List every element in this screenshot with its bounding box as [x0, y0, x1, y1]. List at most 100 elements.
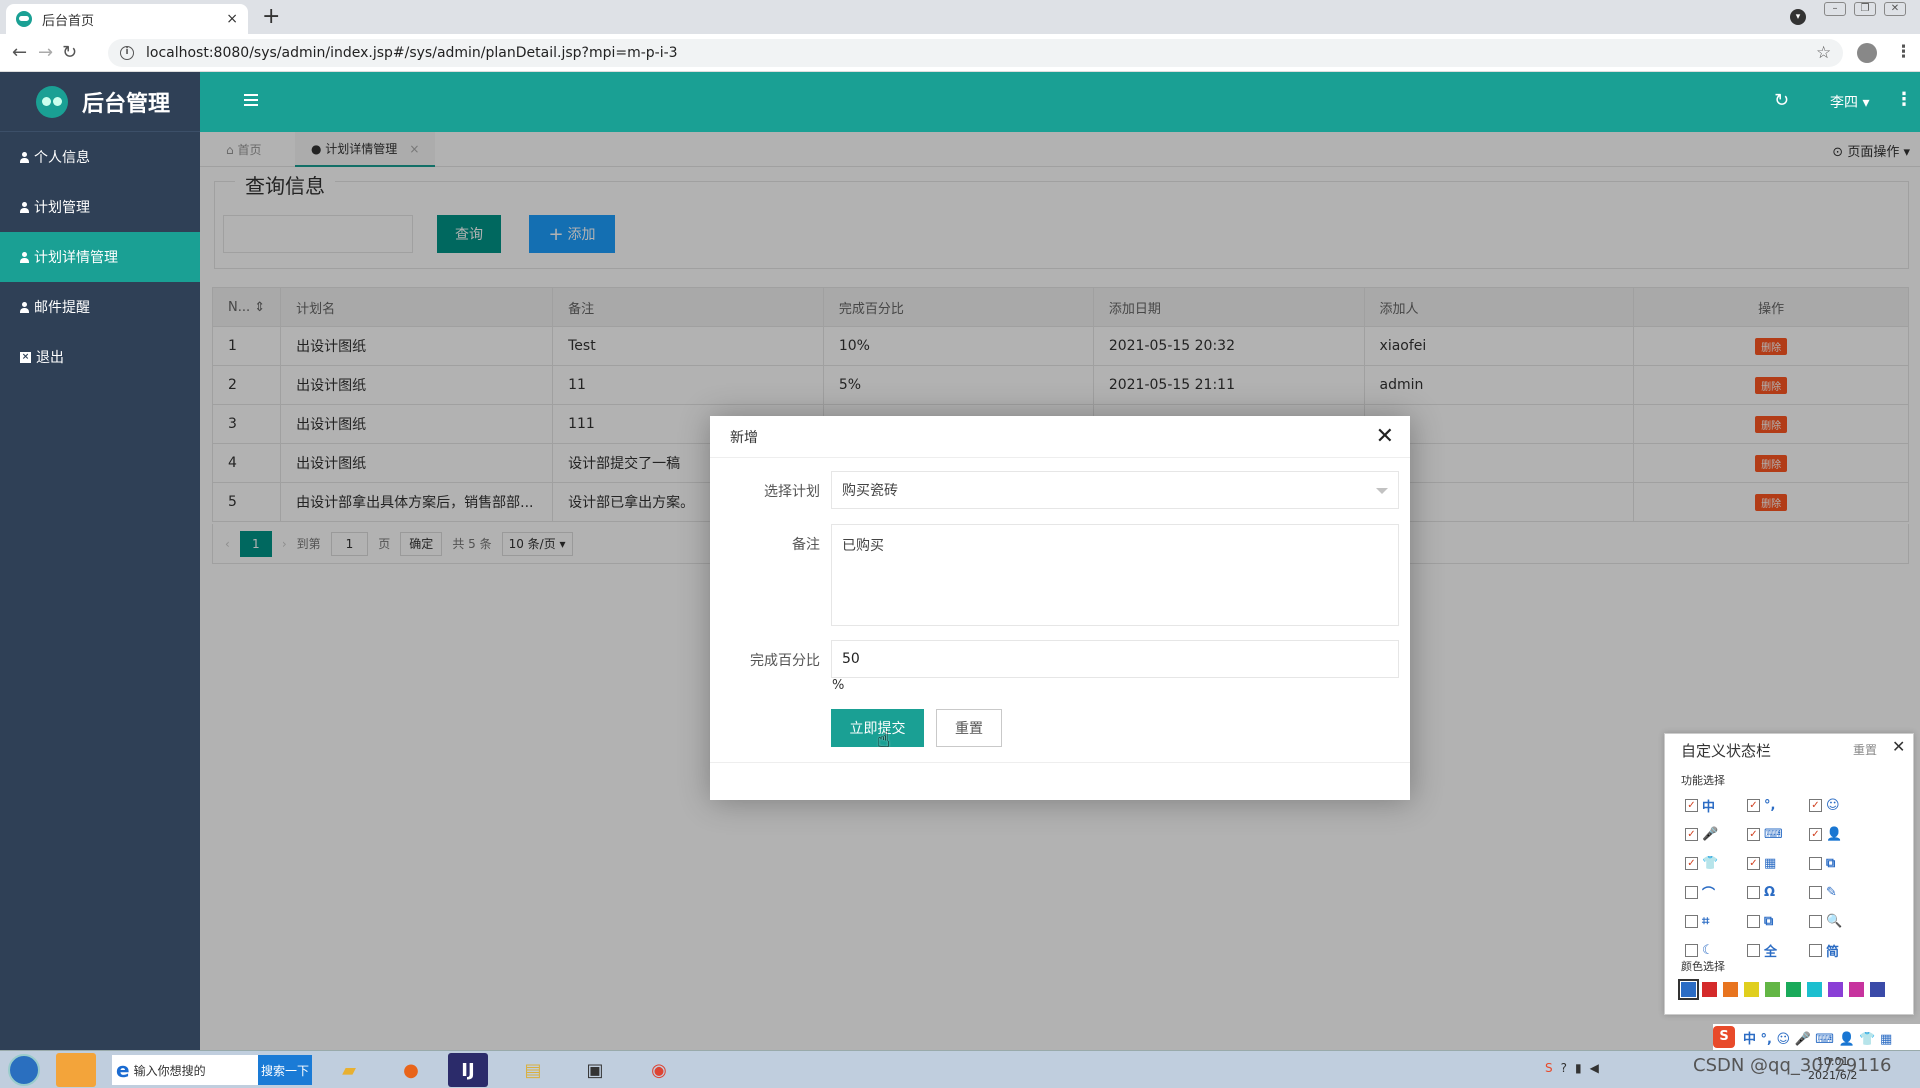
intellij-icon[interactable]: IJ [448, 1053, 488, 1087]
tab-search-icon[interactable]: ▾ [1790, 9, 1806, 25]
checkbox[interactable] [1809, 915, 1822, 928]
ime-function-option[interactable]: ✓ ▦ [1747, 854, 1809, 873]
taskbar-search-input[interactable]: e 输入你想搜的 [112, 1055, 258, 1085]
ime-function-option[interactable]: 简 [1809, 941, 1871, 960]
reload-icon[interactable]: ↻ [62, 42, 77, 63]
checkbox[interactable]: ✓ [1685, 857, 1698, 870]
more-icon[interactable]: ⋮ [1895, 89, 1913, 110]
back-icon[interactable]: ← [12, 42, 27, 63]
checkbox[interactable] [1809, 944, 1822, 957]
sidebar-item-logout[interactable]: × 退出 [0, 332, 200, 382]
ime-function-option[interactable]: ⌗ [1685, 912, 1747, 931]
reset-button[interactable]: 重置 [936, 709, 1002, 747]
firefox-icon[interactable]: ● [384, 1053, 438, 1087]
color-swatch[interactable] [1786, 982, 1801, 997]
ime-function-option[interactable]: ✓ °, [1747, 796, 1809, 815]
ime-function-icon: 🔍 [1826, 914, 1843, 929]
color-swatch[interactable] [1723, 982, 1738, 997]
ime-function-option[interactable]: ⧉ [1809, 854, 1871, 873]
checkbox[interactable]: ✓ [1685, 828, 1698, 841]
refresh-icon[interactable]: ↻ [1774, 90, 1789, 111]
plan-select[interactable]: 购买瓷砖 [831, 471, 1399, 509]
color-swatch[interactable] [1678, 979, 1699, 1000]
url-text: localhost:8080/sys/admin/index.jsp#/sys/… [146, 45, 678, 61]
battery-icon[interactable]: ▮ [1575, 1061, 1582, 1075]
start-button-icon[interactable] [8, 1054, 40, 1086]
ime-function-icon: ✎ [1826, 885, 1837, 900]
ime-status-panel: 自定义状态栏 重置 ✕ 功能选择 ✓ 中 ✓ °, ✓ ☺ ✓ 🎤 ✓ ⌨ ✓ 👤 ✓ 👕 ✓ ▦ ⧉ ⌒ Ω ✎ ⌗ ⧉… [1664, 733, 1914, 1015]
checkbox[interactable] [1685, 886, 1698, 899]
ime-function-option[interactable]: ✓ 🎤 [1685, 825, 1747, 844]
ime-function-option[interactable]: ✓ 👕 [1685, 854, 1747, 873]
ime-function-option[interactable]: ✓ 中 [1685, 796, 1747, 815]
checkbox[interactable]: ✓ [1809, 828, 1822, 841]
chrome-icon[interactable]: ◉ [632, 1053, 686, 1087]
checkbox[interactable]: ✓ [1809, 799, 1822, 812]
checkbox[interactable] [1685, 915, 1698, 928]
sogou-tray-icon[interactable]: S [1545, 1061, 1553, 1075]
minimize-icon[interactable]: – [1824, 2, 1846, 16]
ime-toolbar-icons[interactable]: 中 °, ☺ 🎤 ⌨ 👤 👕 ▦ [1743, 1028, 1892, 1047]
checkbox[interactable]: ✓ [1685, 799, 1698, 812]
ime-function-option[interactable]: 🔍 [1809, 912, 1871, 931]
close-icon[interactable]: ✕ [1892, 737, 1905, 756]
browser-menu-icon[interactable]: ⋮ [1895, 42, 1912, 62]
note-textarea[interactable]: 已购买 [831, 524, 1399, 626]
sidebar-item-plan-details[interactable]: 计划详情管理 [0, 232, 200, 282]
restore-icon[interactable]: ❐ [1854, 2, 1876, 16]
profile-avatar-icon[interactable] [1857, 43, 1877, 63]
checkbox[interactable] [1809, 857, 1822, 870]
color-swatch[interactable] [1744, 982, 1759, 997]
sidebar: 后台管理 个人信息 计划管理 计划详情管理 邮件提醒 × 退出 [0, 72, 200, 1050]
percent-input[interactable]: 50 [831, 640, 1399, 678]
checkbox[interactable]: ✓ [1747, 857, 1760, 870]
checkbox[interactable]: ✓ [1747, 799, 1760, 812]
sidebar-item-plans[interactable]: 计划管理 [0, 182, 200, 232]
checkbox[interactable]: ✓ [1747, 828, 1760, 841]
app-icon[interactable] [56, 1053, 96, 1087]
ime-reset-button[interactable]: 重置 [1853, 741, 1877, 758]
folder-app-icon[interactable]: ▰ [322, 1053, 376, 1087]
new-tab-button[interactable]: + [262, 4, 280, 30]
color-swatch[interactable] [1807, 982, 1822, 997]
address-bar[interactable]: i localhost:8080/sys/admin/index.jsp#/sy… [108, 39, 1843, 67]
volume-icon[interactable]: ◀ [1590, 1061, 1599, 1075]
taskbar-search-button[interactable]: 搜索一下 [258, 1055, 312, 1085]
ime-function-option[interactable]: ⌒ [1685, 883, 1747, 902]
help-icon[interactable]: ? [1561, 1061, 1567, 1075]
color-swatch[interactable] [1828, 982, 1843, 997]
sidebar-item-mail-reminder[interactable]: 邮件提醒 [0, 282, 200, 332]
ime-function-option[interactable]: 全 [1747, 941, 1809, 960]
checkbox[interactable] [1747, 915, 1760, 928]
ime-function-icon: 👕 [1702, 856, 1719, 871]
ime-function-option[interactable]: ⧉ [1747, 912, 1809, 931]
ime-function-option[interactable]: ✎ [1809, 883, 1871, 902]
site-info-icon[interactable]: i [120, 46, 134, 60]
checkbox[interactable] [1685, 944, 1698, 957]
color-swatch[interactable] [1765, 982, 1780, 997]
checkbox[interactable] [1747, 944, 1760, 957]
close-window-icon[interactable]: ✕ [1884, 2, 1906, 16]
color-swatch[interactable] [1702, 982, 1717, 997]
ime-function-icon: ☾ [1702, 943, 1714, 958]
close-tab-icon[interactable]: × [226, 11, 238, 27]
ime-function-option[interactable]: ✓ ☺ [1809, 796, 1871, 815]
explorer-icon[interactable]: ▤ [506, 1053, 560, 1087]
close-icon[interactable]: ✕ [1376, 424, 1394, 449]
ime-function-option[interactable]: Ω [1747, 883, 1809, 902]
color-swatch[interactable] [1870, 982, 1885, 997]
menu-toggle-icon[interactable] [244, 94, 258, 106]
color-swatch[interactable] [1849, 982, 1864, 997]
bookmark-star-icon[interactable]: ☆ [1816, 43, 1831, 63]
ime-function-option[interactable]: ✓ 👤 [1809, 825, 1871, 844]
checkbox[interactable] [1809, 886, 1822, 899]
sogou-icon[interactable]: S [1713, 1026, 1735, 1048]
ime-function-option[interactable]: ✓ ⌨ [1747, 825, 1809, 844]
sidebar-item-profile[interactable]: 个人信息 [0, 132, 200, 182]
checkbox[interactable] [1747, 886, 1760, 899]
app-logo: 后台管理 [0, 72, 200, 132]
user-menu[interactable]: 李四 ▾ [1830, 92, 1869, 112]
tool-app-icon[interactable]: ▣ [568, 1053, 622, 1087]
forward-icon[interactable]: → [38, 42, 53, 63]
browser-tab[interactable]: 后台首页 × [6, 4, 248, 34]
